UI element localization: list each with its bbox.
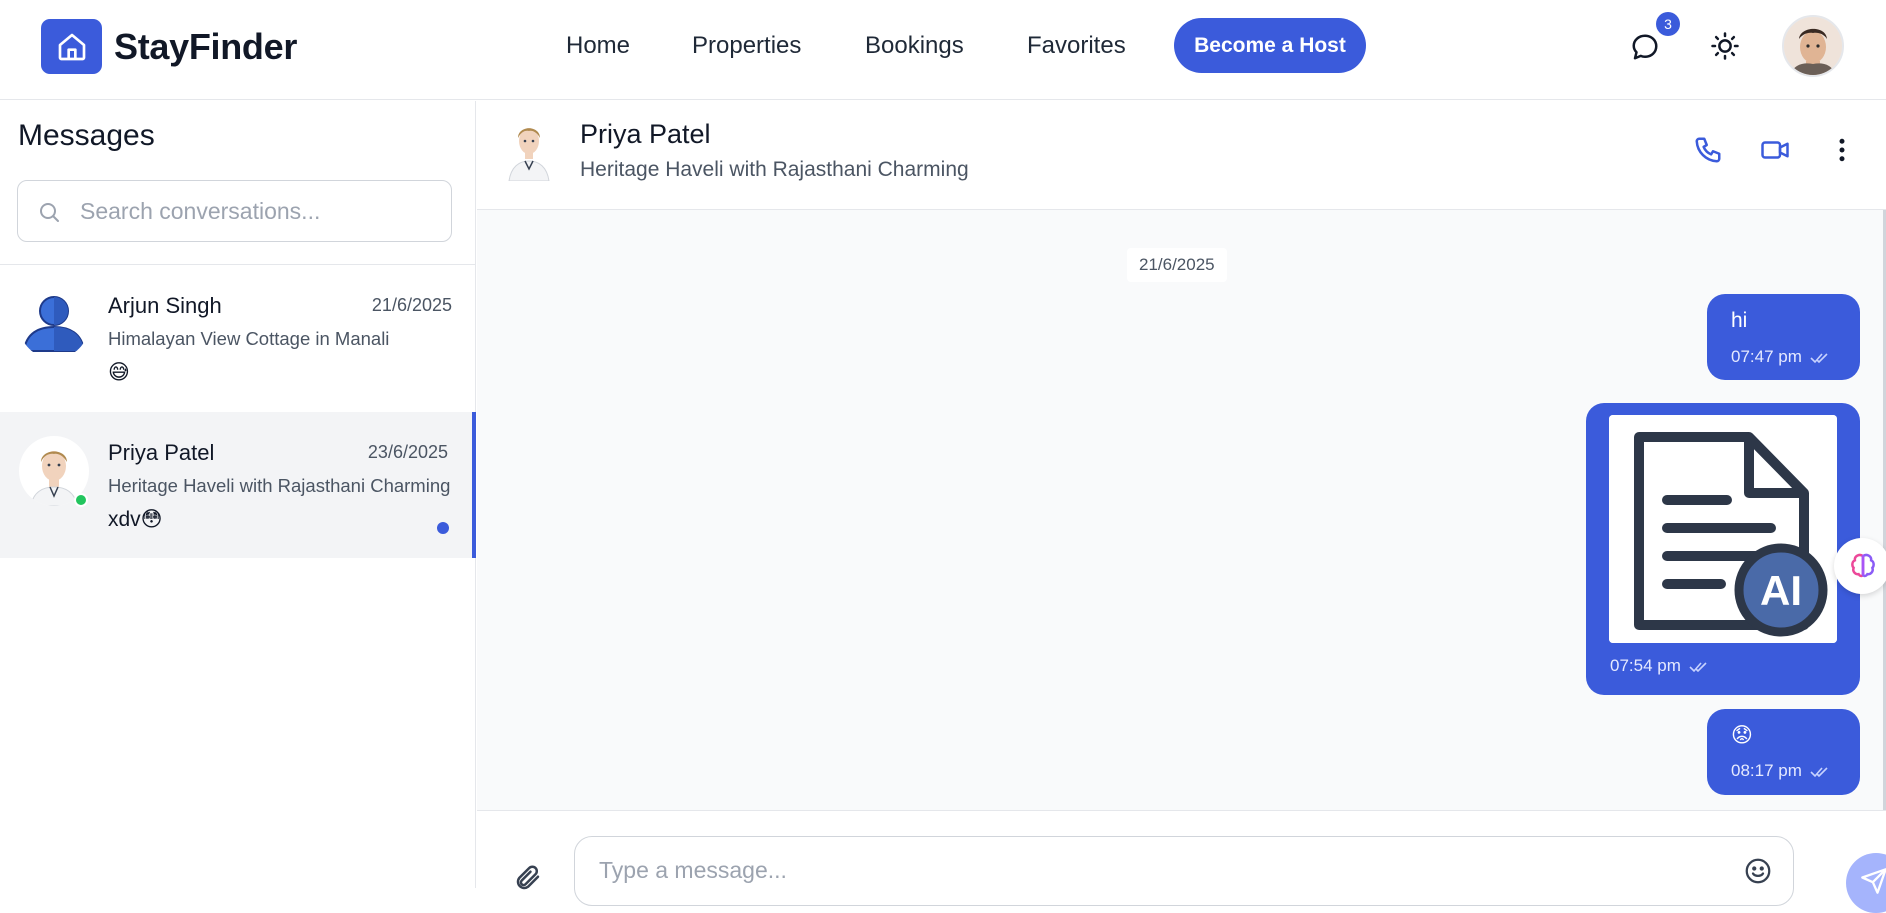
double-check-icon [1689, 661, 1707, 672]
document-ai-icon[interactable]: AI [1609, 415, 1837, 643]
double-check-icon [1810, 352, 1828, 363]
date-separator: 21/6/2025 [1127, 248, 1227, 282]
message-time: 07:54 pm [1610, 656, 1709, 676]
chat-contact-name: Priya Patel [580, 119, 711, 149]
message-list[interactable]: 21/6/2025 hi 07:47 pm AI 07:54 pm 😟 08:1… [477, 210, 1886, 810]
message-bubble-outgoing[interactable]: 😟 08:17 pm [1707, 709, 1860, 795]
conversations-panel: Messages Arjun Singh 21/6/2025 Himalayan… [0, 101, 476, 888]
contact-name: Priya Patel [108, 440, 215, 465]
svg-text:AI: AI [1760, 567, 1802, 614]
conversation-item-priya-patel[interactable]: Priya Patel 23/6/2025 Heritage Haveli wi… [0, 412, 476, 558]
message-bubble-outgoing-image[interactable]: AI 07:54 pm [1586, 403, 1860, 695]
message-text: 😟 [1731, 724, 1753, 747]
nav-bookings[interactable]: Bookings [865, 32, 964, 60]
nav-properties[interactable]: Properties [692, 32, 801, 60]
search-input[interactable] [80, 181, 440, 241]
video-icon[interactable] [1760, 135, 1790, 165]
conversation-date: 21/6/2025 [371, 295, 452, 315]
user-avatar[interactable] [1782, 15, 1844, 77]
more-vertical-icon[interactable] [1827, 135, 1857, 165]
chat-property-name: Heritage Haveli with Rajasthani Charming [580, 158, 969, 181]
online-status-indicator [74, 493, 88, 507]
top-navigation: StayFinder Home Properties Bookings Favo… [0, 0, 1886, 100]
message-time: 08:17 pm [1731, 761, 1830, 781]
last-message: xdv😳 [108, 508, 163, 531]
phone-icon[interactable] [1693, 135, 1723, 165]
chat-header: Priya Patel Heritage Haveli with Rajasth… [477, 101, 1886, 210]
double-check-icon [1810, 766, 1828, 777]
send-button[interactable] [1846, 853, 1886, 913]
contact-avatar[interactable] [505, 117, 553, 182]
contact-name: Arjun Singh [108, 293, 222, 318]
messages-title: Messages [18, 119, 155, 152]
message-time: 07:47 pm [1731, 347, 1830, 367]
user-placeholder-icon [22, 296, 86, 352]
last-message: 😅 [108, 361, 130, 384]
emoji-icon[interactable] [1743, 856, 1773, 886]
property-name: Heritage Haveli with Rajasthani Charming [108, 475, 451, 496]
become-host-button[interactable]: Become a Host [1174, 18, 1366, 73]
nav-home[interactable]: Home [566, 32, 630, 60]
messages-badge: 3 [1656, 12, 1680, 36]
ai-assistant-button[interactable] [1834, 538, 1886, 594]
message-composer [477, 810, 1886, 913]
message-text: hi [1731, 309, 1748, 332]
conversation-date: 23/6/2025 [367, 442, 448, 462]
message-field[interactable] [574, 836, 1794, 906]
conversation-item-arjun-singh[interactable]: Arjun Singh 21/6/2025 Himalayan View Cot… [0, 265, 476, 411]
brand-name[interactable]: StayFinder [114, 26, 297, 68]
avatar [19, 289, 89, 359]
logo[interactable] [41, 19, 102, 74]
paperclip-icon[interactable] [513, 863, 543, 893]
property-name: Himalayan View Cottage in Manali [108, 328, 390, 349]
message-input[interactable] [599, 837, 1699, 903]
send-icon [1861, 868, 1886, 894]
unread-indicator [437, 522, 449, 534]
chat-bubble-icon[interactable] [1629, 32, 1661, 62]
home-icon [58, 33, 85, 60]
search-field[interactable] [17, 180, 452, 242]
message-bubble-outgoing[interactable]: hi 07:47 pm [1707, 294, 1860, 380]
nav-favorites[interactable]: Favorites [1027, 32, 1126, 60]
sun-icon[interactable] [1710, 31, 1740, 61]
brain-icon [1851, 553, 1875, 578]
search-icon [40, 203, 59, 222]
